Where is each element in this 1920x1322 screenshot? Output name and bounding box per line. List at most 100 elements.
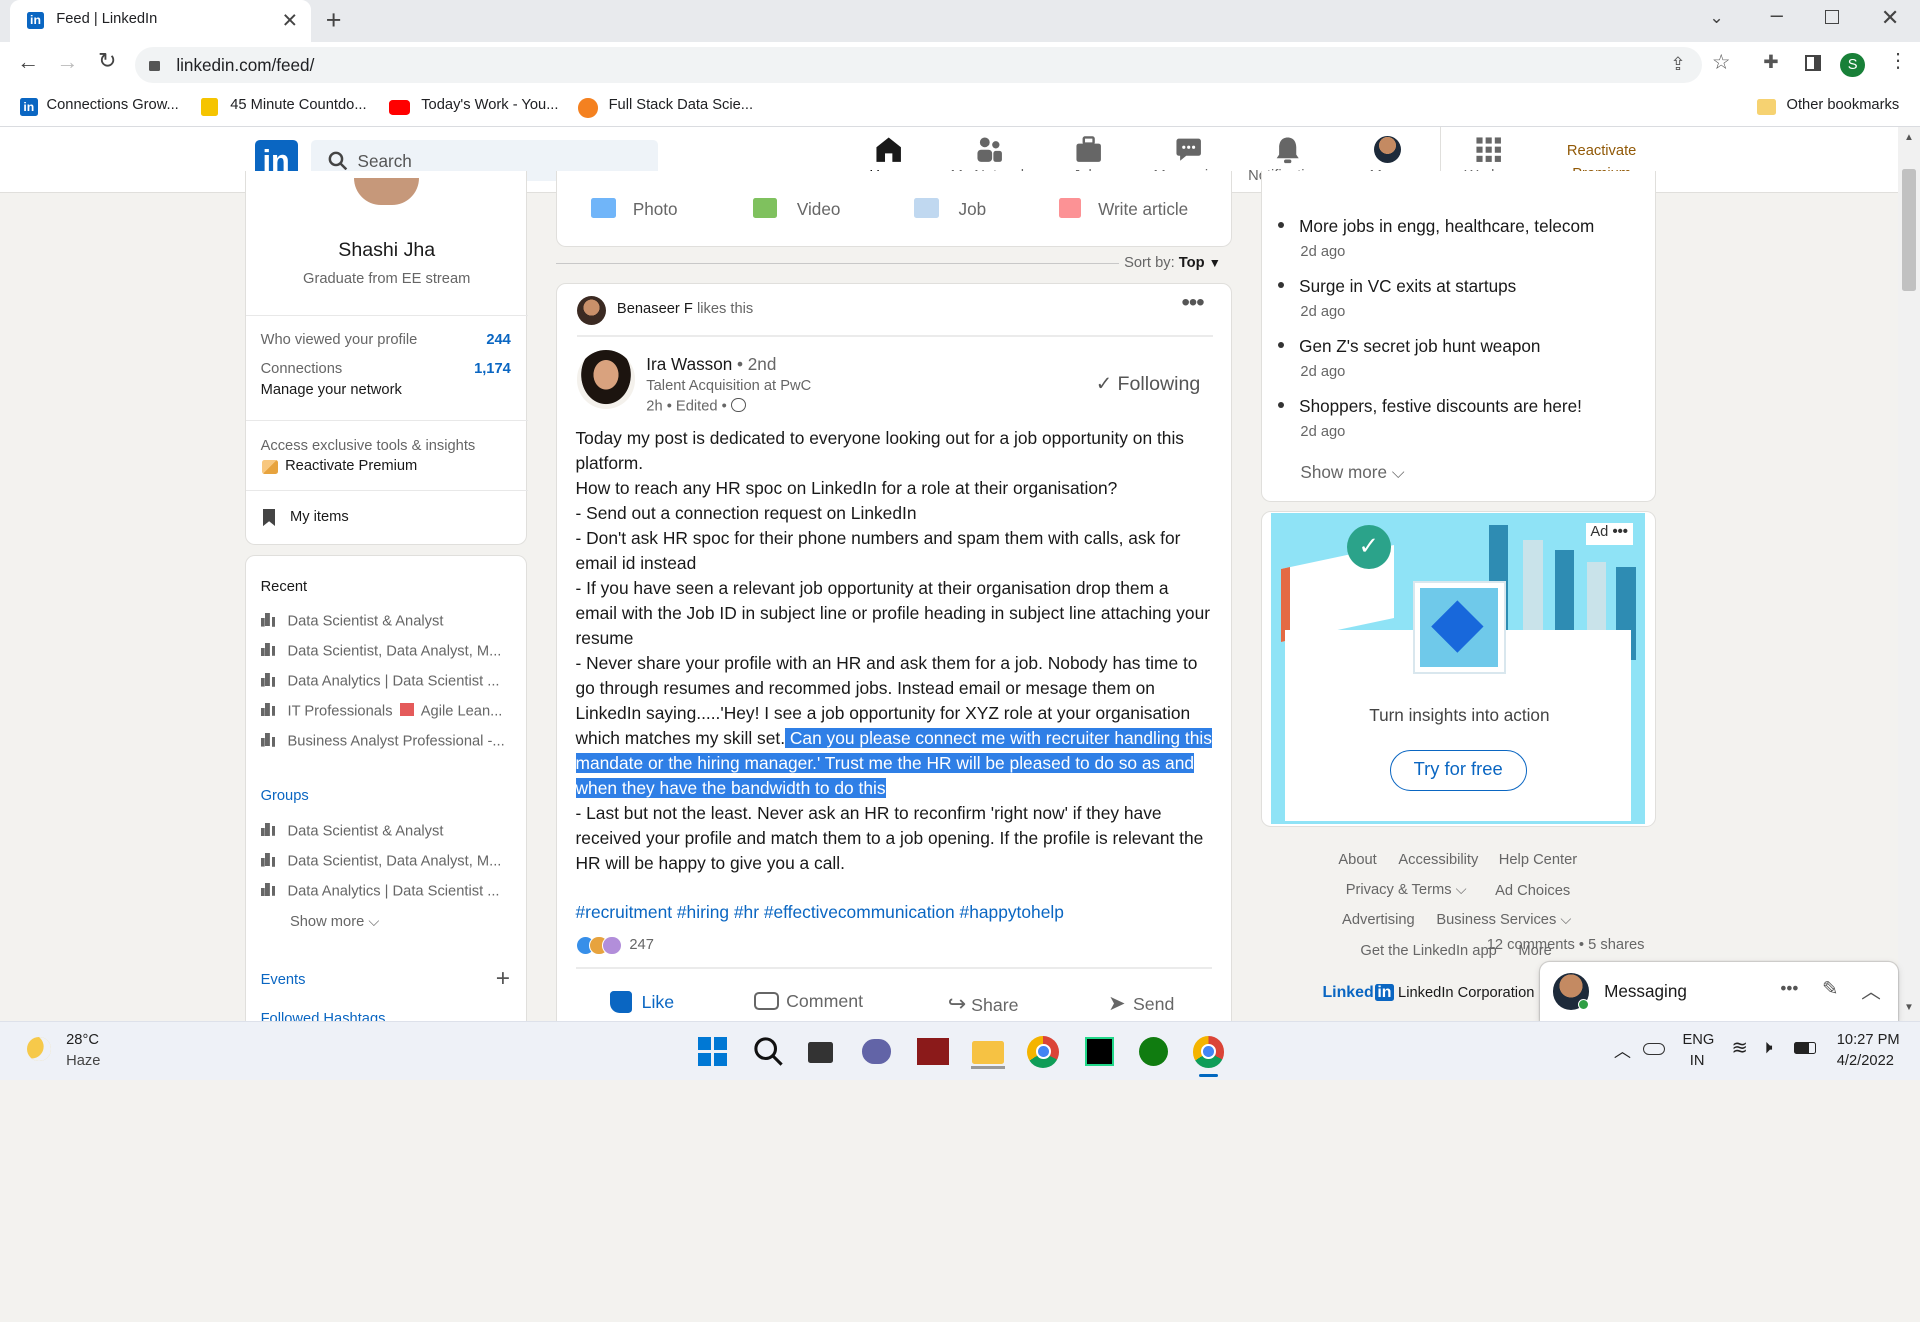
footer-more[interactable]: More [1518, 943, 1551, 959]
language-eng[interactable]: ENG [1682, 1032, 1714, 1048]
author-avatar[interactable] [576, 349, 636, 409]
author-name[interactable]: Ira Wasson [646, 354, 732, 374]
recent-item[interactable]: IT Professionals Agile Lean... [260, 702, 518, 719]
reload-icon[interactable]: ↻ [98, 48, 116, 74]
share-button[interactable]: ↪ Share [948, 991, 1019, 1017]
news-item[interactable]: Shoppers, festive discounts are here! [1278, 396, 1582, 417]
scroll-down-icon[interactable]: ▼ [1904, 1002, 1914, 1013]
compose-icon[interactable]: ✎ [1822, 977, 1838, 1001]
group-item[interactable]: Data Analytics | Data Scientist ... [260, 882, 518, 899]
volume-icon[interactable]: 🕨 [1761, 1036, 1773, 1058]
pycharm-icon[interactable] [1082, 1034, 1116, 1068]
browser-menu-icon[interactable]: ⋮ [1888, 49, 1908, 73]
footer-privacy[interactable]: Privacy & Terms ⌵ [1346, 882, 1467, 898]
footer-help[interactable]: Help Center [1499, 852, 1577, 868]
share-photo-button[interactable]: Photo [591, 198, 678, 220]
page-scrollbar[interactable]: ▲ ▼ [1897, 127, 1920, 1022]
search-icon[interactable] [751, 1034, 785, 1068]
close-window-icon[interactable]: ✕ [1881, 5, 1899, 31]
side-panel-icon[interactable] [1804, 55, 1821, 71]
maximize-icon[interactable] [1824, 9, 1840, 25]
news-item[interactable]: Gen Z's secret job hunt weapon [1278, 336, 1540, 357]
footer-accessibility[interactable]: Accessibility [1398, 852, 1478, 868]
recent-item[interactable]: Data Scientist, Data Analyst, M... [260, 642, 518, 659]
messaging-options-icon[interactable]: ••• [1780, 978, 1798, 999]
reaction-icons[interactable] [575, 935, 625, 956]
weather-temp[interactable]: 28°C [66, 1032, 99, 1048]
my-items-link[interactable]: My items [290, 509, 349, 525]
onedrive-cloud-icon[interactable] [1643, 1043, 1666, 1056]
recent-item[interactable]: Data Analytics | Data Scientist ... [260, 673, 518, 689]
manage-network-link[interactable]: Manage your network [261, 382, 402, 398]
bookmark-connections[interactable]: Connections Grow... [47, 97, 179, 113]
group-item[interactable]: Data Scientist, Data Analyst, M... [260, 853, 518, 869]
start-icon[interactable] [696, 1034, 730, 1068]
footer-business[interactable]: Business Services ⌵ [1436, 912, 1571, 928]
show-more-groups[interactable]: Show more ⌵ [290, 914, 380, 930]
reaction-count[interactable]: 247 [629, 937, 654, 953]
scrollbar-thumb[interactable] [1901, 168, 1917, 292]
extensions-icon[interactable]: ✚ [1763, 51, 1778, 73]
other-bookmarks[interactable]: Other bookmarks [1787, 97, 1900, 113]
news-item[interactable]: More jobs in engg, healthcare, telecom [1278, 216, 1594, 237]
post-options-icon[interactable]: ••• [1181, 289, 1204, 317]
ad-options-icon[interactable]: ••• [1612, 524, 1627, 540]
bookmark-star-icon[interactable]: ☆ [1712, 50, 1731, 75]
liker-name[interactable]: Benaseer F [617, 301, 693, 317]
scroll-up-icon[interactable]: ▲ [1904, 132, 1914, 143]
tab-search-icon[interactable]: ⌄ [1709, 7, 1723, 28]
tray-chevron-icon[interactable]: ︿ [1614, 1037, 1631, 1062]
wifi-icon[interactable]: ≋ [1731, 1036, 1747, 1060]
comments-shares-count[interactable]: 12 comments • 5 shares [1487, 937, 1645, 953]
profile-avatar[interactable]: S [1840, 52, 1865, 78]
footer-app[interactable]: Get the LinkedIn app [1360, 943, 1496, 959]
teams-chat-icon[interactable] [860, 1034, 894, 1068]
news-show-more[interactable]: Show more ⌵ [1300, 462, 1404, 483]
post-hashtags[interactable]: #recruitment #hiring #hr #effectivecommu… [576, 902, 1064, 923]
expand-chevron-icon[interactable]: ︿ [1861, 975, 1881, 1004]
clock-date[interactable]: 4/2/2022 [1837, 1053, 1894, 1069]
chrome-icon[interactable] [1026, 1034, 1060, 1068]
who-viewed-count[interactable]: 244 [486, 332, 511, 348]
connections-label[interactable]: Connections [261, 361, 343, 377]
bookmark-full-stack[interactable]: Full Stack Data Scie... [609, 97, 753, 113]
clock-time[interactable]: 10:27 PM [1837, 1032, 1900, 1048]
footer-about[interactable]: About [1338, 852, 1376, 868]
recent-item[interactable]: Business Analyst Professional -... [260, 733, 518, 749]
task-view-icon[interactable] [804, 1034, 838, 1068]
liker-avatar[interactable] [576, 296, 606, 326]
file-explorer-icon[interactable] [971, 1034, 1006, 1069]
ad-cta-button[interactable]: Try for free [1389, 750, 1527, 791]
profile-photo[interactable] [352, 177, 421, 207]
share-video-button[interactable]: Video [752, 198, 840, 220]
share-job-button[interactable]: Job [914, 198, 986, 220]
comment-button[interactable]: Comment [754, 991, 863, 1012]
footer-advertising[interactable]: Advertising [1342, 912, 1415, 928]
back-icon[interactable]: ← [17, 49, 39, 75]
new-tab-icon[interactable]: + [326, 5, 342, 36]
language-in[interactable]: IN [1690, 1053, 1705, 1069]
chrome-active-icon[interactable] [1191, 1034, 1225, 1078]
address-bar[interactable]: linkedin.com/feed/ ⇪ ☆ [134, 46, 1730, 84]
share-page-icon[interactable]: ⇪ [1670, 53, 1685, 75]
minimize-icon[interactable]: – [1771, 2, 1783, 28]
reactivate-premium-link[interactable]: Reactivate Premium [285, 458, 417, 474]
bookmark-countdown[interactable]: 45 Minute Countdo... [230, 97, 366, 113]
media-app-icon[interactable] [916, 1034, 950, 1068]
battery-icon[interactable] [1793, 1041, 1816, 1055]
following-button[interactable]: ✓ Following [1096, 372, 1201, 396]
recent-item[interactable]: Data Scientist & Analyst [260, 613, 518, 629]
tab-close-icon[interactable]: ✕ [282, 9, 298, 33]
bookmark-todays-work[interactable]: Today's Work - You... [421, 97, 558, 113]
forward-icon[interactable]: → [56, 49, 78, 75]
write-article-button[interactable]: Write article [1058, 198, 1188, 220]
profile-name[interactable]: Shashi Jha [246, 239, 528, 262]
events-heading[interactable]: Events [261, 972, 306, 988]
groups-heading[interactable]: Groups [261, 788, 309, 804]
news-item[interactable]: Surge in VC exits at startups [1278, 276, 1516, 297]
like-button[interactable]: Like [609, 990, 674, 1013]
send-button[interactable]: ➤ Send [1108, 991, 1174, 1016]
xbox-icon[interactable] [1136, 1034, 1170, 1068]
weather-condition[interactable]: Haze [66, 1053, 100, 1069]
add-event-icon[interactable]: + [496, 965, 510, 993]
